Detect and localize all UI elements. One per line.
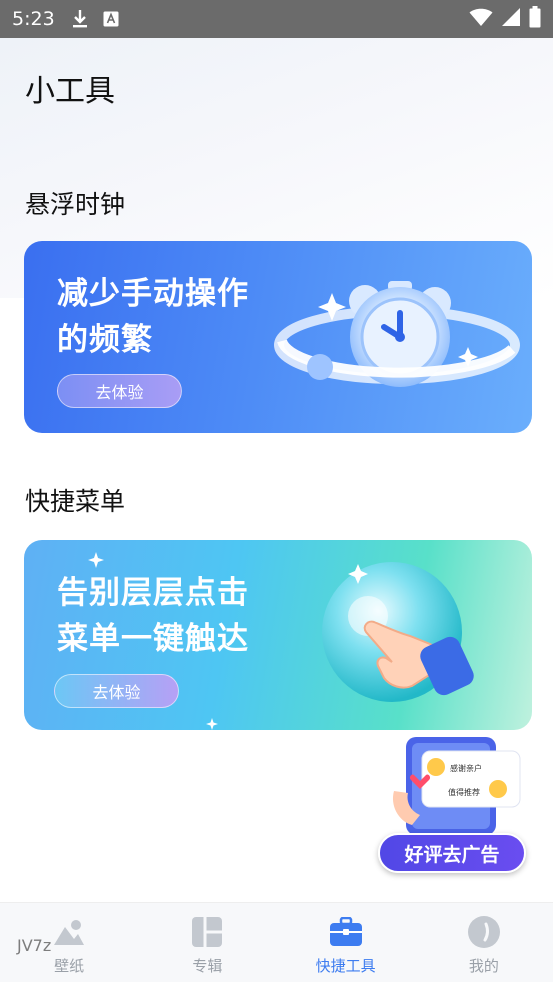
alarm-clock-icon	[274, 281, 520, 387]
bottom-nav: 壁纸 专辑 快捷工具 我的	[0, 902, 553, 982]
mountain-icon	[52, 915, 86, 949]
a-notification-icon	[103, 11, 119, 27]
wifi-icon	[469, 7, 493, 31]
card-heading-line1: 告别层层点击	[57, 575, 249, 611]
nav-label: 我的	[468, 957, 499, 975]
phone-label-1: 感谢亲户	[450, 764, 482, 773]
nav-label: 壁纸	[54, 957, 85, 975]
card-heading: 减少手动操作 的频繁	[57, 271, 249, 363]
card-heading: 告别层层点击 菜单一键触达	[57, 570, 249, 662]
try-button[interactable]: 去体验	[57, 374, 182, 408]
floating-ad-widget[interactable]: 感谢亲户 值得推荐 好评去广告	[378, 735, 528, 875]
download-icon	[71, 9, 89, 29]
floating-clock-card[interactable]: 减少手动操作 的频繁 去体验	[24, 241, 532, 433]
nav-item-album[interactable]: 专辑	[138, 903, 276, 982]
card-heading-line2: 的频繁	[57, 322, 153, 358]
try-button[interactable]: 去体验	[54, 674, 179, 708]
nav-label: 快捷工具	[315, 957, 376, 975]
status-bar: 5:23	[0, 0, 553, 38]
toolbox-icon	[329, 915, 363, 949]
page-title: 小工具	[25, 74, 115, 109]
quick-menu-card[interactable]: 告别层层点击 菜单一键触达 去体验	[24, 540, 532, 730]
signal-icon	[501, 7, 521, 31]
battery-icon	[529, 6, 541, 32]
card-heading-line1: 减少手动操作	[57, 276, 249, 312]
nav-item-profile[interactable]: 我的	[415, 903, 553, 982]
nav-label: 专辑	[192, 957, 223, 975]
section-title-floating-clock: 悬浮时钟	[25, 190, 126, 219]
nav-item-quick-tools[interactable]: 快捷工具	[277, 903, 415, 982]
remove-ads-button[interactable]: 好评去广告	[378, 833, 526, 873]
phone-label-2: 值得推荐	[448, 788, 480, 797]
tap-hand-icon	[322, 562, 474, 702]
grid-icon	[190, 915, 224, 949]
status-time: 5:23	[12, 8, 55, 30]
section-title-quick-menu: 快捷菜单	[25, 487, 126, 516]
watermark: JV7z	[17, 936, 52, 955]
sparkle-icon	[206, 718, 218, 730]
card-heading-line2: 菜单一键触达	[57, 621, 249, 657]
profile-icon	[467, 915, 501, 949]
sparkle-icon	[88, 552, 104, 568]
